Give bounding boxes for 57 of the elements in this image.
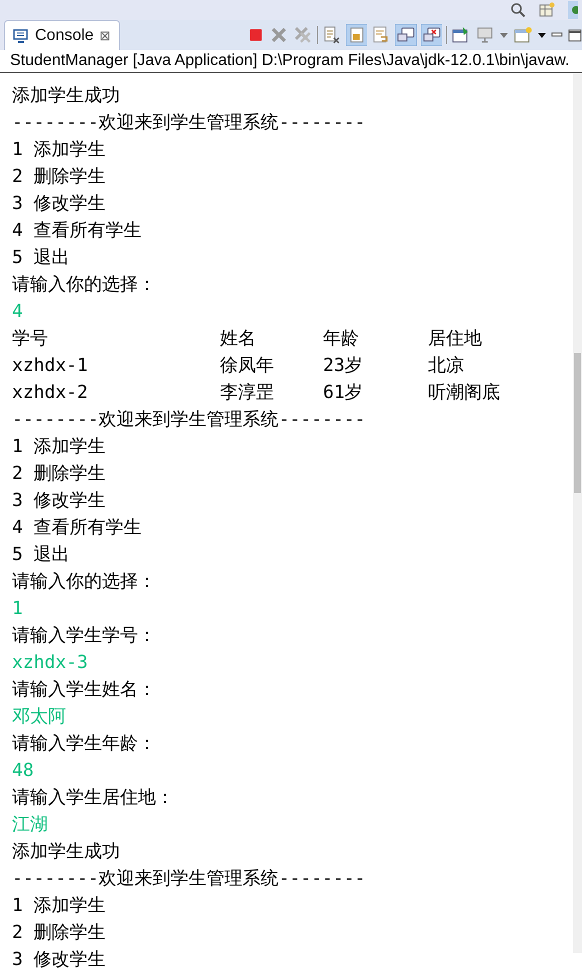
- table-cell-text: 姓名: [220, 327, 257, 351]
- search-icon[interactable]: [510, 2, 526, 18]
- output-text: 3 修改学生: [12, 948, 106, 972]
- output-text: 1 添加学生: [12, 435, 106, 459]
- typed-input-text: 江湖: [12, 813, 48, 837]
- tab-label: Console: [35, 26, 94, 46]
- output-text: --------欢迎来到学生管理系统--------: [12, 408, 366, 432]
- output-text: 添加学生成功: [12, 84, 120, 108]
- output-text: 1 添加学生: [12, 138, 106, 162]
- table-cell-text: 李淳罡: [220, 381, 275, 405]
- output-text: 请输入学生学号：: [12, 624, 156, 648]
- maximize-icon[interactable]: [568, 28, 582, 42]
- table-cell-text: xzhdx-2: [12, 381, 89, 405]
- perspective-icon[interactable]: [538, 2, 556, 18]
- new-console-icon[interactable]: [512, 25, 533, 45]
- typed-input-text: 邓太阿: [12, 705, 66, 729]
- table-cell-text: 年龄: [323, 327, 360, 351]
- close-icon[interactable]: ⊠: [100, 26, 111, 46]
- console-icon: [13, 28, 29, 42]
- output-text: 2 删除学生: [12, 462, 106, 486]
- process-label: StudentManager [Java Application] D:\Program Files\Java\jdk-12.0.1\bin\javaw.: [10, 51, 570, 71]
- output-text: 请输入你的选择：: [12, 273, 156, 297]
- table-cell-text: 听潮阁底: [428, 381, 501, 405]
- table-cell-text: xzhdx-1: [12, 354, 89, 378]
- console-tab[interactable]: Console ⊠: [4, 20, 120, 50]
- output-text: 2 删除学生: [12, 165, 106, 189]
- typed-input-text: xzhdx-3: [12, 651, 88, 675]
- output-text: 1 添加学生: [12, 894, 106, 918]
- dropdown-caret-icon[interactable]: [536, 30, 546, 40]
- output-text: --------欢迎来到学生管理系统--------: [12, 867, 366, 891]
- output-text: 2 删除学生: [12, 921, 106, 945]
- typed-input-text: 1: [12, 597, 23, 621]
- output-text: 4 查看所有学生: [12, 219, 142, 243]
- output-text: 请输入你的选择：: [12, 570, 156, 594]
- output-text: --------欢迎来到学生管理系统--------: [12, 111, 366, 135]
- output-text: 4 查看所有学生: [12, 516, 142, 540]
- show-error-icon[interactable]: [420, 24, 442, 46]
- table-cell-text: 23岁: [323, 354, 364, 378]
- table-cell-text: 61岁: [323, 381, 364, 405]
- clear-console-icon[interactable]: [322, 25, 342, 45]
- output-text: 添加学生成功: [12, 840, 120, 864]
- output-text: 3 修改学生: [12, 489, 106, 513]
- output-text: 请输入学生年龄：: [12, 732, 156, 756]
- table-cell-text: 居住地: [428, 327, 483, 351]
- scrollbar-thumb[interactable]: [574, 353, 581, 493]
- scroll-lock-icon[interactable]: [346, 24, 368, 46]
- typed-input-text: 48: [12, 759, 34, 783]
- output-text: 5 退出: [12, 246, 70, 270]
- show-output-icon[interactable]: [395, 24, 417, 46]
- output-text: 5 退出: [12, 543, 70, 567]
- table-cell-text: 北凉: [428, 354, 465, 378]
- typed-input-text: 4: [12, 300, 23, 324]
- output-text: 请输入学生居住地：: [12, 786, 174, 810]
- output-text: 请输入学生姓名：: [12, 678, 156, 702]
- table-cell-text: 徐凤年: [220, 354, 275, 378]
- table-cell-text: 学号: [12, 327, 49, 351]
- output-text: 3 修改学生: [12, 192, 106, 216]
